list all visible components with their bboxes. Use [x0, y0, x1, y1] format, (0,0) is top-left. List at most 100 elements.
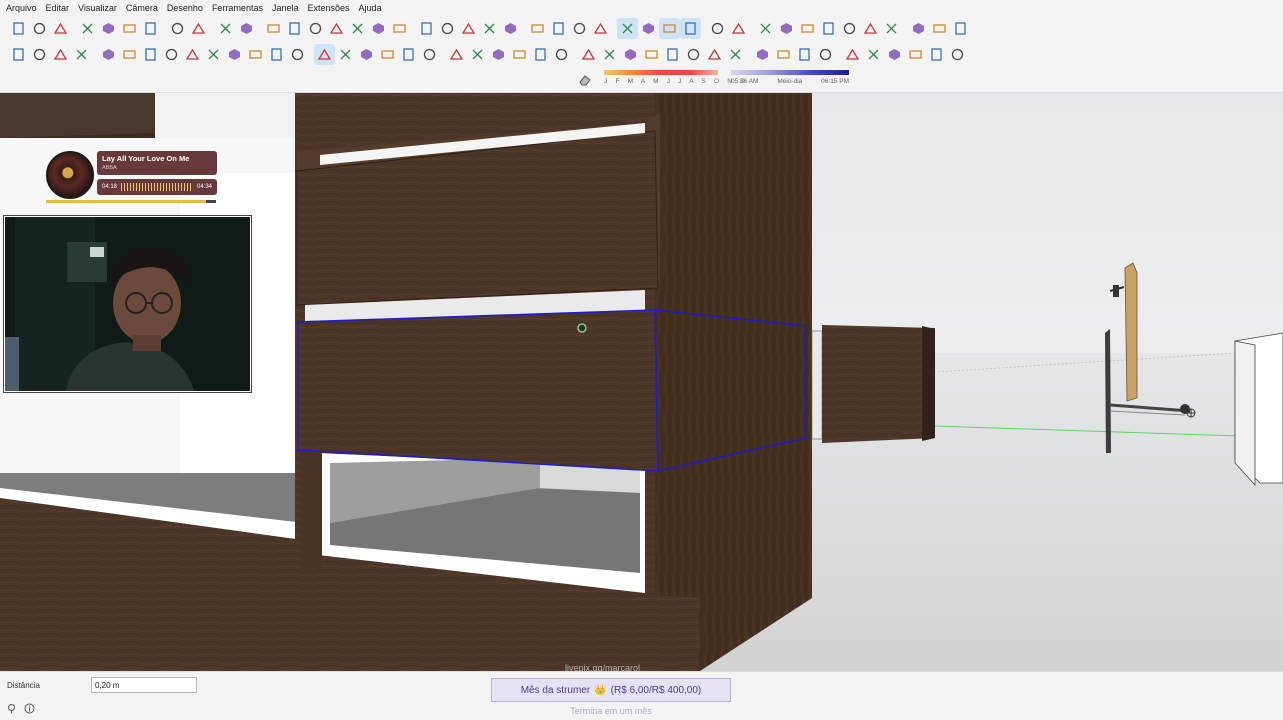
zoom-extents-icon[interactable]	[662, 44, 683, 65]
cloud-icon[interactable]	[839, 18, 860, 39]
account-icon[interactable]	[950, 18, 971, 39]
look-around-icon[interactable]	[704, 44, 725, 65]
stamp-icon[interactable]	[926, 44, 947, 65]
credits-info-icon[interactable]	[23, 702, 35, 714]
pan-icon[interactable]	[599, 44, 620, 65]
text-icon[interactable]	[509, 44, 530, 65]
drape-icon[interactable]	[947, 44, 968, 65]
3d-viewport[interactable]: livepix.gg/marcarol Lay All Your Love On…	[0, 93, 1283, 671]
follow-me-icon[interactable]	[377, 44, 398, 65]
textured-icon[interactable]	[638, 18, 659, 39]
split-icon[interactable]	[884, 44, 905, 65]
menu-ferramentas[interactable]: Ferramentas	[212, 3, 263, 13]
axes-icon[interactable]	[530, 44, 551, 65]
shaded-icon[interactable]	[617, 17, 638, 39]
sandbox-icon[interactable]	[905, 44, 926, 65]
intersect-icon[interactable]	[794, 44, 815, 65]
section-plane-icon[interactable]	[707, 18, 728, 39]
paste-icon[interactable]	[119, 18, 140, 39]
rectangle-icon[interactable]	[140, 44, 161, 65]
section-plane-icon[interactable]	[752, 44, 773, 65]
outer-shell-icon[interactable]	[773, 44, 794, 65]
print-icon[interactable]	[215, 18, 236, 39]
menu-ajuda[interactable]: Ajuda	[359, 3, 382, 13]
menu-visualizar[interactable]: Visualizar	[78, 3, 117, 13]
new-file-icon[interactable]	[8, 18, 29, 39]
walk-icon[interactable]	[683, 44, 704, 65]
hidden-line-icon[interactable]	[590, 18, 611, 39]
time-slider[interactable]: 05:36 AM Meio-dia 06:15 PM	[731, 70, 849, 85]
settings-icon[interactable]	[860, 18, 881, 39]
warehouse-icon[interactable]	[755, 18, 776, 39]
freehand-icon[interactable]	[119, 44, 140, 65]
menu-arquivo[interactable]: Arquivo	[6, 3, 37, 13]
offset-icon[interactable]	[419, 44, 440, 65]
info-icon[interactable]	[908, 18, 929, 39]
menu-desenho[interactable]: Desenho	[167, 3, 203, 13]
arc-icon[interactable]	[224, 44, 245, 65]
right-view-icon[interactable]	[326, 18, 347, 39]
circle-icon[interactable]	[182, 44, 203, 65]
cut-icon[interactable]	[77, 18, 98, 39]
window-icon[interactable]	[881, 18, 902, 39]
rotated-rectangle-icon[interactable]	[161, 44, 182, 65]
save-icon[interactable]	[50, 18, 71, 39]
wireframe-icon[interactable]	[569, 18, 590, 39]
shadow-toggle-icon[interactable]	[578, 73, 592, 92]
scale-icon[interactable]	[398, 44, 419, 65]
model-info-icon[interactable]	[236, 18, 257, 39]
zoom-extents-icon[interactable]	[479, 18, 500, 39]
iso-view-icon[interactable]	[263, 18, 284, 39]
menu-camera[interactable]: Câmera	[126, 3, 158, 13]
3d-text-icon[interactable]	[551, 44, 572, 65]
three-point-arc-icon[interactable]	[266, 44, 287, 65]
back-edges-icon[interactable]	[548, 18, 569, 39]
eraser-icon[interactable]	[71, 44, 92, 65]
component-icon[interactable]	[29, 44, 50, 65]
back-view-icon[interactable]	[347, 18, 368, 39]
zoom-window-icon[interactable]	[641, 44, 662, 65]
tape-measure-icon[interactable]	[446, 44, 467, 65]
menu-extensoes[interactable]: Extensões	[308, 3, 350, 13]
zoom-icon[interactable]	[620, 44, 641, 65]
delete-icon[interactable]	[140, 18, 161, 39]
front-view-icon[interactable]	[305, 18, 326, 39]
measurement-input[interactable]	[91, 677, 197, 693]
protractor-icon[interactable]	[488, 44, 509, 65]
pan-icon[interactable]	[437, 18, 458, 39]
geo-location-icon[interactable]	[5, 702, 17, 714]
position-camera-icon[interactable]	[725, 44, 746, 65]
orbit-icon[interactable]	[578, 44, 599, 65]
monochrome-icon[interactable]	[659, 17, 680, 39]
extension-warehouse-icon[interactable]	[776, 18, 797, 39]
two-point-arc-icon[interactable]	[245, 44, 266, 65]
push-pull-icon[interactable]	[335, 44, 356, 65]
undo-icon[interactable]	[167, 18, 188, 39]
open-folder-icon[interactable]	[29, 18, 50, 39]
menu-janela[interactable]: Janela	[272, 3, 299, 13]
select-icon[interactable]	[8, 44, 29, 65]
subtract-icon[interactable]	[842, 44, 863, 65]
menu-editar[interactable]: Editar	[46, 3, 70, 13]
polygon-icon[interactable]	[203, 44, 224, 65]
paint-bucket-icon[interactable]	[50, 44, 71, 65]
union-icon[interactable]	[815, 44, 836, 65]
xray-icon[interactable]	[527, 18, 548, 39]
copy-icon[interactable]	[98, 18, 119, 39]
layout-icon[interactable]	[797, 18, 818, 39]
move-icon[interactable]	[314, 43, 335, 65]
dimension-icon[interactable]	[467, 44, 488, 65]
styles-icon[interactable]	[680, 17, 701, 39]
pencil-icon[interactable]	[98, 44, 119, 65]
cart-icon[interactable]	[929, 18, 950, 39]
left-view-icon[interactable]	[368, 18, 389, 39]
pie-icon[interactable]	[287, 44, 308, 65]
month-slider[interactable]: J F M A M J J A S O N D	[604, 70, 745, 85]
previous-view-icon[interactable]	[500, 18, 521, 39]
zoom-icon[interactable]	[458, 18, 479, 39]
trim-icon[interactable]	[863, 44, 884, 65]
rotate-icon[interactable]	[356, 44, 377, 65]
redo-icon[interactable]	[188, 18, 209, 39]
display-section-icon[interactable]	[728, 18, 749, 39]
bottom-view-icon[interactable]	[389, 18, 410, 39]
